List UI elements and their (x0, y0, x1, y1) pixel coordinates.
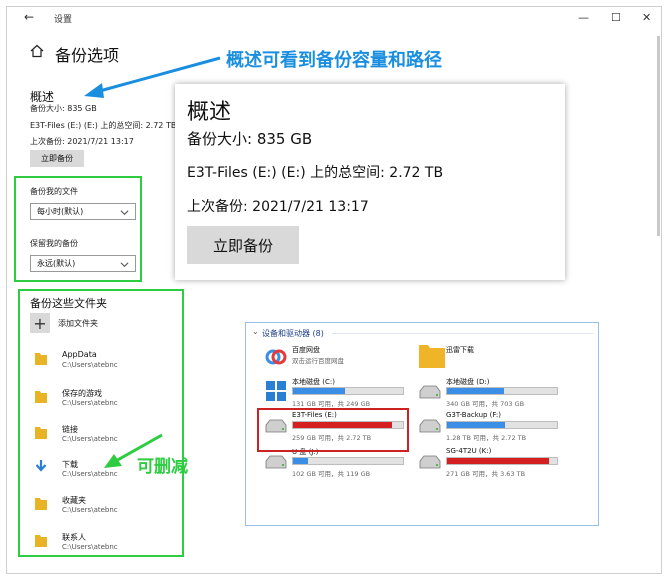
windows-drive-icon (266, 381, 286, 401)
folder-path: C:\Users\atebnc (62, 543, 118, 551)
window-title: 设置 (54, 15, 73, 25)
device-name: 百度网盘 (292, 346, 320, 354)
capacity-bar (446, 457, 558, 465)
device-size: 131 GB 可用，共 249 GB (292, 400, 371, 408)
close-button[interactable]: ✕ (642, 11, 651, 24)
frequency-selected: 每小时(默认) (37, 207, 84, 216)
device-name: 本地磁盘 (D:) (446, 378, 490, 386)
folder-path: C:\Users\atebnc (62, 361, 118, 369)
devices-header: 设备和驱动器 (8) (262, 329, 324, 338)
add-folder-button[interactable]: + (30, 313, 50, 333)
device-item[interactable]: G3T-Backup (F:) 1.28 TB 可用，共 2.72 TB (412, 411, 562, 445)
folder-path: C:\Users\atebnc (62, 399, 118, 407)
device-size: 102 GB 可用，共 119 GB (292, 470, 371, 478)
frequency-label: 备份我的文件 (30, 187, 78, 196)
maximize-button[interactable]: ☐ (611, 11, 621, 24)
device-name: 本地磁盘 (C:) (292, 378, 335, 386)
folder-icon (35, 498, 47, 510)
hard-drive-icon (419, 419, 441, 433)
capacity-fill (293, 458, 309, 464)
zoom-total-space: E3T-Files (E:) (E:) 上的总空间: 2.72 TB (187, 165, 444, 181)
frequency-dropdown[interactable]: 每小时(默认) (30, 203, 136, 220)
folder-item[interactable]: 联系人 C:\Users\atebnc (34, 532, 174, 556)
capacity-bar (446, 387, 558, 395)
folder-icon (35, 535, 47, 547)
retention-selected: 永远(默认) (37, 259, 76, 268)
hard-drive-icon (419, 455, 441, 469)
device-item[interactable]: U 盘 (J:) 102 GB 可用，共 119 GB (258, 447, 408, 481)
devices-panel: ⌄ 设备和驱动器 (8) 百度网盘双击运行百度网盘 迅雷下载本地磁盘 (C:) 13… (245, 322, 599, 526)
device-item[interactable]: SG-4T2U (K:) 271 GB 可用，共 3.63 TB (412, 447, 562, 481)
scrollbar[interactable] (657, 36, 660, 236)
folder-icon (35, 353, 47, 365)
backup-now-button[interactable]: 立即备份 (30, 150, 84, 167)
retention-dropdown[interactable]: 永远(默认) (30, 255, 136, 272)
capacity-fill (447, 388, 505, 394)
device-size: 340 GB 可用，共 703 GB (446, 400, 525, 408)
collapse-icon[interactable]: ⌄ (252, 327, 259, 336)
zoom-backup-size: 备份大小: 835 GB (187, 130, 313, 148)
cloud-app-icon (265, 349, 287, 365)
device-item[interactable]: 百度网盘双击运行百度网盘 (258, 345, 408, 379)
last-backup: 上次备份: 2021/7/21 13:17 (30, 137, 134, 146)
folder-icon (35, 427, 47, 439)
zoom-overview-heading: 概述 (187, 100, 232, 125)
device-name: G3T-Backup (F:) (446, 411, 501, 419)
zoom-backup-now-button[interactable]: 立即备份 (187, 226, 299, 264)
title-bar: ← 设置 — ☐ ✕ (6, 6, 662, 30)
capacity-bar (446, 421, 558, 429)
capacity-fill (447, 458, 550, 464)
capacity-fill (447, 422, 506, 428)
folder-path: C:\Users\atebnc (62, 506, 118, 514)
add-folder-label[interactable]: 添加文件夹 (58, 318, 98, 329)
folder-item[interactable]: AppData C:\Users\atebnc (34, 350, 174, 374)
download-icon (35, 460, 47, 472)
device-subtitle: 双击运行百度网盘 (292, 357, 344, 365)
backup-size: 备份大小: 835 GB (30, 104, 97, 113)
folder-name: 链接 (62, 425, 78, 434)
chevron-down-icon (120, 262, 129, 268)
total-space: E3T-Files (E:) (E:) 上的总空间: 2.72 TB (30, 121, 177, 130)
header-divider (332, 333, 594, 334)
device-size: 271 GB 可用，共 3.63 TB (446, 470, 526, 478)
device-item[interactable]: 本地磁盘 (D:) 340 GB 可用，共 703 GB (412, 377, 562, 411)
capacity-bar (292, 457, 404, 465)
hard-drive-icon (265, 455, 287, 469)
capacity-bar (292, 387, 404, 395)
zoom-last-backup: 上次备份: 2021/7/21 13:17 (187, 199, 369, 215)
overview-annotation: 概述可看到备份容量和路径 (226, 50, 442, 71)
device-size: 1.28 TB 可用，共 2.72 TB (446, 434, 527, 442)
folder-name: 保存的游戏 (62, 389, 102, 398)
folder-name: 下载 (62, 460, 78, 469)
overview-zoom-card: 概述 备份大小: 835 GB E3T-Files (E:) (E:) 上的总空… (175, 84, 565, 280)
retention-label: 保留我的备份 (30, 239, 78, 248)
folders-title: 备份这些文件夹 (30, 297, 107, 310)
capacity-fill (293, 388, 345, 394)
folder-icon (35, 391, 47, 403)
selected-drive-highlight (257, 408, 409, 452)
folder-name: 联系人 (62, 533, 86, 542)
minimize-button[interactable]: — (578, 11, 589, 24)
folder-name: 收藏夹 (62, 496, 86, 505)
folder-item[interactable]: 保存的游戏 C:\Users\atebnc (34, 388, 174, 412)
device-name: 迅雷下载 (446, 346, 474, 354)
folder-icon (419, 345, 445, 368)
device-name: SG-4T2U (K:) (446, 447, 492, 455)
home-icon[interactable] (30, 44, 44, 58)
back-button[interactable]: ← (24, 10, 34, 24)
delete-annotation: 可删减 (137, 457, 188, 477)
hard-drive-icon (419, 385, 441, 399)
folder-name: AppData (62, 350, 97, 359)
folder-item[interactable]: 收藏夹 C:\Users\atebnc (34, 495, 174, 519)
device-item[interactable]: 迅雷下载 (412, 345, 562, 379)
chevron-down-icon (120, 210, 129, 216)
device-item[interactable]: 本地磁盘 (C:) 131 GB 可用，共 249 GB (258, 377, 408, 411)
